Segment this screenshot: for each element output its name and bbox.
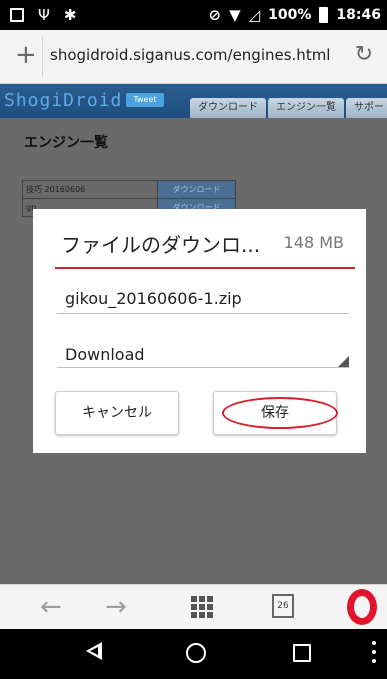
do-not-disturb-icon: ⊘ (208, 6, 222, 24)
dialog-title: ファイルのダウンロ... (61, 233, 261, 257)
system-nav-bar (0, 629, 387, 679)
highlight-circle-annotation (222, 397, 338, 429)
wifi-icon: ▼ (229, 6, 241, 24)
address-divider (42, 37, 43, 77)
filename-field[interactable]: gikou_20160606-1.zip (65, 289, 242, 308)
filename-underline (57, 313, 349, 314)
url-field[interactable]: shogidroid.siganus.com/engines.html (50, 46, 330, 64)
cancel-button[interactable]: キャンセル (55, 391, 179, 435)
table-row: 技巧 20160606 ダウンロード (22, 180, 236, 199)
address-bar: + shogidroid.siganus.com/engines.html ↻ (0, 30, 387, 84)
battery-icon (319, 7, 329, 23)
tweet-button[interactable]: Tweet (126, 93, 164, 107)
back-arrow-icon[interactable]: ← (40, 592, 62, 622)
folder-underline (57, 367, 349, 368)
title-divider (55, 267, 355, 269)
nav-back-icon-inner (90, 647, 98, 655)
nav-home-icon[interactable] (186, 643, 206, 663)
file-size: 148 MB (283, 233, 344, 252)
speed-dial-grid-icon[interactable] (191, 596, 213, 618)
image-notification-icon (10, 8, 24, 22)
download-dialog: ファイルのダウンロ... 148 MB gikou_20160606-1.zip… (33, 209, 366, 453)
engine-download-link[interactable]: ダウンロード (157, 180, 236, 199)
overflow-menu-icon[interactable] (372, 641, 376, 663)
site-nav-download[interactable]: ダウンロード (190, 98, 266, 118)
new-tab-plus-icon[interactable]: + (15, 40, 37, 70)
site-logo[interactable]: ShogiDroid (4, 90, 122, 111)
battery-percent: 100% (268, 7, 312, 23)
debug-bug-icon: ✱ (63, 6, 77, 24)
usb-icon: Ψ (38, 6, 50, 24)
save-button[interactable]: 保存 (213, 391, 338, 435)
reload-icon[interactable]: ↻ (355, 42, 373, 67)
site-nav-support[interactable]: サポー (346, 98, 387, 118)
site-nav-engines[interactable]: エンジン一覧 (268, 98, 344, 118)
site-header: ShogiDroid Tweet ダウンロード エンジン一覧 サポー (0, 84, 387, 118)
dropdown-arrow-icon[interactable] (338, 356, 349, 367)
clock: 18:46 (336, 7, 381, 23)
nav-recents-icon[interactable] (293, 644, 311, 662)
status-bar: Ψ ✱ ⊘ ▼ ◿ 100% 18:46 (0, 0, 387, 30)
folder-select[interactable]: Download (65, 345, 145, 364)
opera-menu-icon[interactable] (347, 589, 377, 625)
tabs-counter-icon[interactable]: 26 (272, 594, 294, 618)
forward-arrow-icon[interactable]: → (105, 592, 127, 622)
browser-toolbar: ← → 26 (0, 584, 387, 629)
engine-name: 技巧 20160606 (22, 180, 158, 199)
site-nav: ダウンロード エンジン一覧 サポー (190, 98, 387, 118)
signal-icon: ◿ (248, 6, 261, 24)
page-heading: エンジン一覧 (24, 135, 108, 151)
